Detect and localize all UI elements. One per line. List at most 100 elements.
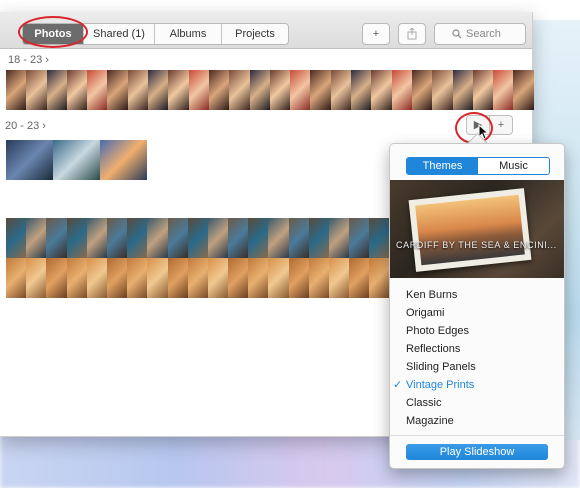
photo-thumbnail[interactable] — [308, 258, 329, 298]
photo-thumbnail[interactable] — [46, 218, 67, 258]
photo-thumbnail[interactable] — [228, 218, 249, 258]
photo-thumbnail[interactable] — [308, 218, 329, 258]
checkmark-icon: ✓ — [393, 379, 403, 391]
photo-thumbnail[interactable] — [493, 70, 514, 110]
photo-thumbnail[interactable] — [472, 70, 494, 110]
photo-thumbnail[interactable] — [46, 70, 67, 110]
photo-thumbnail[interactable] — [268, 218, 289, 258]
photo-thumbnail[interactable] — [100, 140, 147, 180]
photo-thumbnail[interactable] — [167, 218, 188, 258]
preview-title: CARDIFF BY THE SEA & ENCINI... — [396, 240, 557, 250]
photo-thumbnail[interactable] — [249, 70, 270, 110]
theme-sliding-panels[interactable]: Sliding Panels — [406, 358, 556, 376]
photo-thumbnail[interactable] — [6, 218, 27, 258]
photo-thumbnail[interactable] — [411, 70, 433, 110]
tab-music[interactable]: Music — [478, 158, 549, 174]
add-button[interactable]: + — [362, 23, 390, 45]
photo-thumbnail[interactable] — [6, 258, 27, 298]
photo-thumbnail[interactable] — [86, 218, 107, 258]
photo-thumbnail[interactable] — [207, 218, 229, 258]
photo-thumbnail[interactable] — [330, 70, 352, 110]
search-field[interactable]: Search — [434, 23, 526, 45]
photo-thumbnail[interactable] — [106, 258, 128, 298]
photo-thumbnail[interactable] — [106, 218, 128, 258]
photo-thumbnail[interactable] — [248, 218, 269, 258]
search-placeholder: Search — [466, 28, 501, 40]
photo-thumbnail[interactable] — [66, 258, 87, 298]
search-icon — [452, 29, 462, 39]
photo-strip — [6, 140, 147, 180]
photo-thumbnail[interactable] — [147, 258, 168, 298]
theme-reflections[interactable]: Reflections — [406, 340, 556, 358]
photo-thumbnail[interactable] — [207, 258, 229, 298]
photo-thumbnail[interactable] — [148, 70, 169, 110]
photo-thumbnail[interactable] — [452, 70, 473, 110]
photo-thumbnail[interactable] — [66, 218, 87, 258]
theme-list: Ken Burns Origami Photo Edges Reflection… — [393, 286, 556, 430]
share-button[interactable] — [398, 23, 426, 45]
photo-thumbnail[interactable] — [329, 258, 350, 298]
photo-thumbnail[interactable] — [290, 70, 311, 110]
themes-music-segmented-control: Themes Music — [406, 157, 550, 175]
photo-thumbnail[interactable] — [6, 140, 53, 180]
tab-projects[interactable]: Projects — [222, 24, 288, 44]
photo-thumbnail[interactable] — [187, 258, 208, 298]
share-icon — [407, 27, 417, 40]
tab-albums[interactable]: Albums — [155, 24, 222, 44]
theme-photo-edges[interactable]: Photo Edges — [406, 322, 556, 340]
photo-thumbnail[interactable] — [188, 70, 209, 110]
photo-thumbnail[interactable] — [26, 258, 47, 298]
theme-vintage-prints[interactable]: ✓ Vintage Prints — [393, 376, 556, 394]
photo-thumbnail[interactable] — [349, 218, 370, 258]
plus-icon: + — [372, 28, 380, 40]
photo-thumbnail[interactable] — [228, 258, 249, 298]
photo-thumbnail[interactable] — [391, 70, 412, 110]
photo-thumbnail[interactable] — [26, 218, 47, 258]
theme-magazine[interactable]: Magazine — [406, 412, 556, 430]
tab-photos[interactable]: Photos — [23, 24, 84, 44]
photo-thumbnail[interactable] — [288, 218, 309, 258]
photo-thumbnail[interactable] — [53, 140, 100, 180]
photo-thumbnail[interactable] — [269, 70, 291, 110]
photo-thumbnail[interactable] — [310, 70, 331, 110]
photo-thumbnail[interactable] — [6, 70, 27, 110]
photo-thumbnail[interactable] — [208, 70, 230, 110]
theme-ken-burns[interactable]: Ken Burns — [406, 286, 556, 304]
photo-thumbnail[interactable] — [87, 70, 108, 110]
photo-thumbnail[interactable] — [147, 218, 168, 258]
tab-themes[interactable]: Themes — [407, 158, 478, 174]
photo-thumbnail[interactable] — [127, 70, 149, 110]
divider — [390, 435, 564, 436]
theme-preview: CARDIFF BY THE SEA & ENCINI... — [390, 180, 564, 278]
photo-thumbnail[interactable] — [127, 258, 148, 298]
photo-thumbnail[interactable] — [46, 258, 67, 298]
photo-thumbnail[interactable] — [66, 70, 88, 110]
photo-thumbnail[interactable] — [349, 258, 370, 298]
photo-thumbnail[interactable] — [288, 258, 309, 298]
tab-shared[interactable]: Shared (1) — [84, 24, 155, 44]
slideshow-popover: Themes Music CARDIFF BY THE SEA & ENCINI… — [389, 143, 565, 469]
photo-thumbnail[interactable] — [86, 258, 107, 298]
photo-thumbnail[interactable] — [351, 70, 372, 110]
photo-thumbnail[interactable] — [26, 70, 47, 110]
photo-thumbnail[interactable] — [369, 218, 390, 258]
play-slideshow-button[interactable]: Play Slideshow — [406, 444, 548, 460]
photo-thumbnail[interactable] — [369, 258, 390, 298]
photo-thumbnail[interactable] — [127, 218, 148, 258]
theme-origami[interactable]: Origami — [406, 304, 556, 322]
photo-thumbnail[interactable] — [168, 70, 189, 110]
photo-thumbnail[interactable] — [229, 70, 250, 110]
photo-thumbnail[interactable] — [371, 70, 392, 110]
photo-thumbnail[interactable] — [187, 218, 208, 258]
photo-thumbnail[interactable] — [107, 70, 128, 110]
photo-thumbnail[interactable] — [167, 258, 188, 298]
photo-thumbnail[interactable] — [513, 70, 534, 110]
photo-thumbnail[interactable] — [329, 218, 350, 258]
photo-thumbnail[interactable] — [432, 70, 453, 110]
photo-strip — [6, 70, 534, 110]
theme-classic[interactable]: Classic — [406, 394, 556, 412]
add-to-button[interactable]: + — [489, 115, 513, 135]
moment-date: 18 - 23 › — [8, 54, 49, 66]
photo-thumbnail[interactable] — [268, 258, 289, 298]
photo-thumbnail[interactable] — [248, 258, 269, 298]
